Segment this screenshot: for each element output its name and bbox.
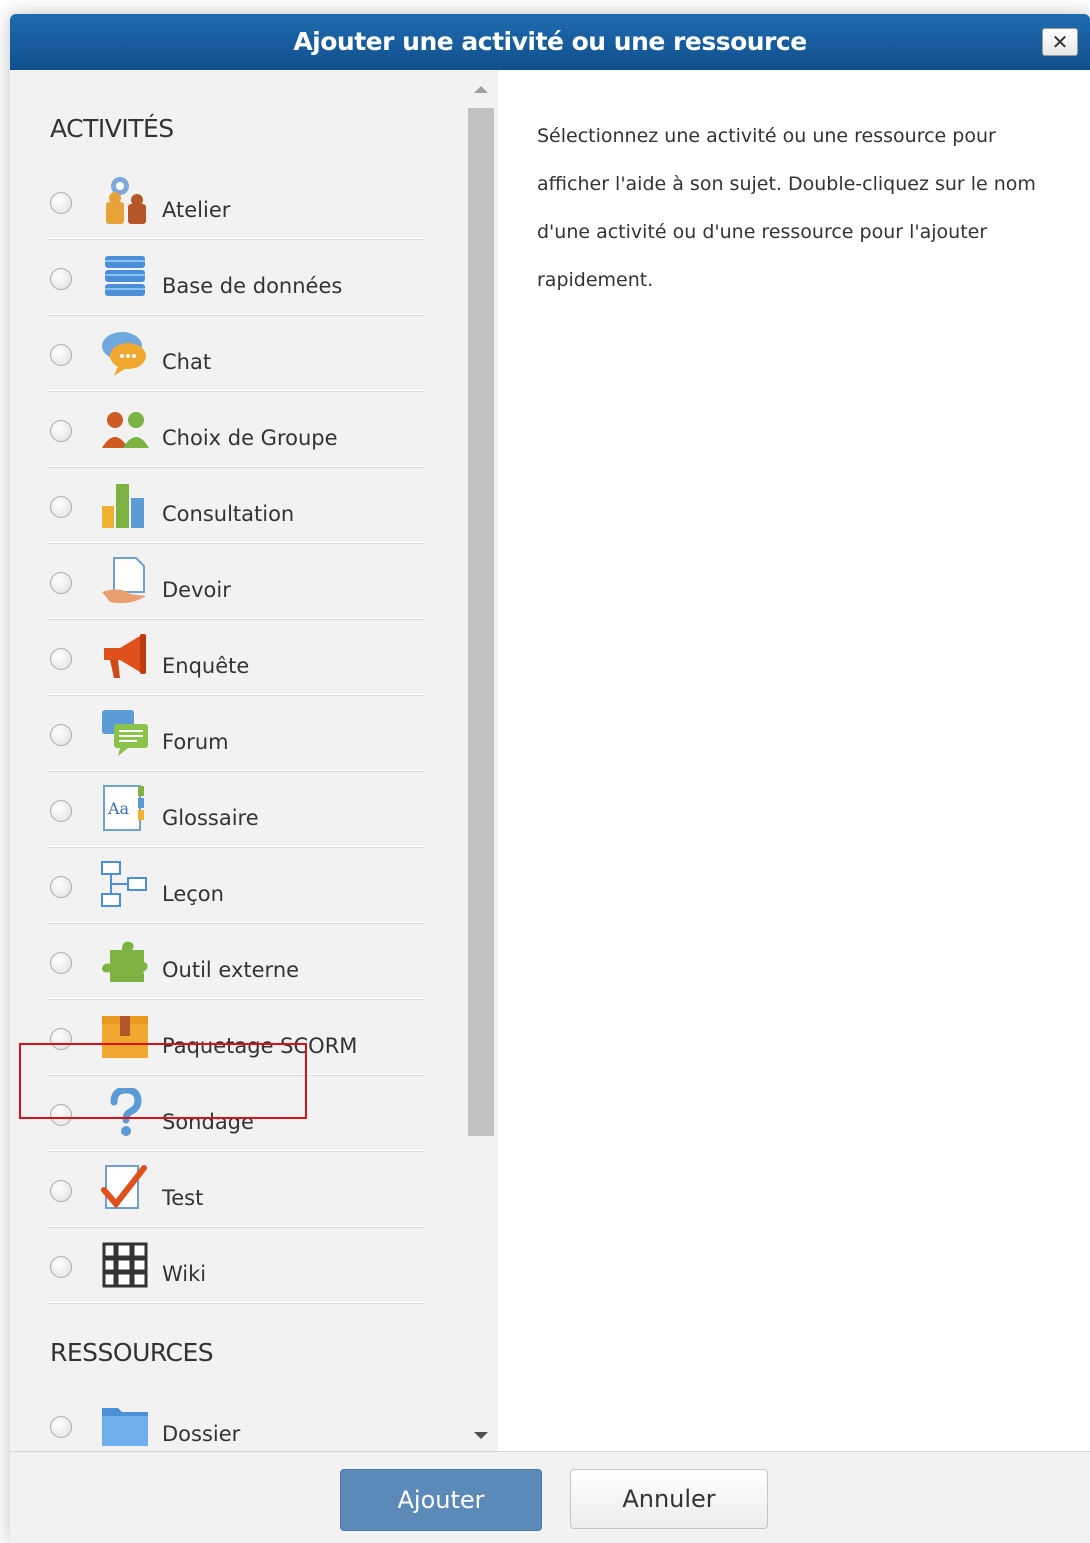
wiki-icon — [102, 1242, 148, 1288]
dialog-title: Ajouter une activité ou une ressource — [293, 27, 807, 56]
option-label: Leçon — [162, 882, 224, 906]
radio-consultation[interactable] — [50, 496, 72, 518]
add-activity-dialog: Ajouter une activité ou une ressource ✕ … — [10, 14, 1090, 1543]
radio-devoir[interactable] — [50, 572, 72, 594]
option-forum[interactable]: Forum — [48, 694, 424, 771]
radio-dossier[interactable] — [50, 1416, 72, 1438]
option-label: Choix de Groupe — [162, 426, 338, 450]
svg-text:Aa: Aa — [107, 799, 130, 818]
cancel-button[interactable]: Annuler — [570, 1469, 768, 1529]
consultation-chart-icon — [102, 484, 144, 528]
glossary-icon: Aa — [103, 785, 144, 831]
radio-chat[interactable] — [50, 344, 72, 366]
radio-forum[interactable] — [50, 724, 72, 746]
option-label: Base de données — [162, 274, 343, 298]
chat-icon — [102, 332, 146, 376]
option-label: Enquête — [162, 654, 250, 678]
option-choix-de-groupe[interactable]: Choix de Groupe — [48, 390, 424, 467]
forum-icon — [102, 710, 148, 756]
option-label: Wiki — [162, 1262, 207, 1286]
scrollbar-thumb[interactable] — [468, 108, 494, 1136]
radio-wiki[interactable] — [50, 1256, 72, 1278]
scroll-up-arrow-icon[interactable] — [474, 86, 488, 93]
option-label: Forum — [162, 730, 229, 754]
dialog-titlebar: Ajouter une activité ou une ressource ✕ — [10, 14, 1090, 71]
option-enquete[interactable]: Enquête — [48, 618, 424, 695]
option-atelier[interactable]: Atelier — [48, 162, 424, 239]
sondage-highlight-box — [19, 1043, 307, 1119]
lesson-icon — [101, 861, 147, 907]
option-wiki[interactable]: Wiki — [48, 1226, 424, 1303]
resources-section-title: RESSOURCES — [50, 1338, 214, 1367]
option-label: Dossier — [162, 1422, 241, 1446]
help-text: Sélectionnez une activité ou une ressour… — [537, 125, 1036, 291]
option-chat[interactable]: Chat — [48, 314, 424, 391]
radio-glossaire[interactable] — [50, 800, 72, 822]
option-outil-externe[interactable]: Outil externe — [48, 922, 424, 999]
quiz-check-icon — [101, 1165, 147, 1209]
add-button[interactable]: Ajouter — [340, 1469, 542, 1531]
option-label: Atelier — [162, 198, 231, 222]
option-glossaire[interactable]: Aa Glossaire — [48, 770, 424, 847]
option-lecon[interactable]: Leçon — [48, 846, 424, 923]
option-devoir[interactable]: Devoir — [48, 542, 424, 619]
radio-enquete[interactable] — [50, 648, 72, 670]
workshop-icon — [106, 177, 146, 224]
close-button[interactable]: ✕ — [1042, 28, 1078, 56]
database-icon — [105, 256, 145, 296]
option-label: Consultation — [162, 502, 295, 526]
radio-atelier[interactable] — [50, 192, 72, 214]
megaphone-icon — [104, 634, 146, 678]
radio-choix-de-groupe[interactable] — [50, 420, 72, 442]
radio-test[interactable] — [50, 1180, 72, 1202]
option-dossier[interactable]: Dossier — [48, 1386, 424, 1451]
dialog-footer: Ajouter Annuler — [10, 1451, 1090, 1543]
option-label: Glossaire — [162, 806, 259, 830]
group-choice-icon — [102, 412, 149, 448]
option-label: Devoir — [162, 578, 231, 602]
help-panel: Sélectionnez une activité ou une ressour… — [498, 70, 1090, 1451]
radio-lecon[interactable] — [50, 876, 72, 898]
option-base-de-donnees[interactable]: Base de données — [48, 238, 424, 315]
options-scrollbar[interactable] — [468, 70, 496, 1451]
option-label: Outil externe — [162, 958, 300, 982]
option-test[interactable]: Test — [48, 1150, 424, 1227]
option-consultation[interactable]: Consultation — [48, 466, 424, 543]
radio-base-de-donnees[interactable] — [50, 268, 72, 290]
options-list[interactable]: ACTIVITÉS Atelier Base de données Chat C… — [10, 70, 498, 1451]
folder-icon — [102, 1408, 148, 1446]
option-label: Chat — [162, 350, 212, 374]
option-label: Test — [162, 1186, 204, 1210]
activities-section-title: ACTIVITÉS — [50, 114, 174, 143]
puzzle-icon — [102, 941, 148, 982]
scroll-down-arrow-icon[interactable] — [474, 1432, 488, 1439]
assignment-icon — [102, 557, 146, 604]
radio-outil-externe[interactable] — [50, 952, 72, 974]
